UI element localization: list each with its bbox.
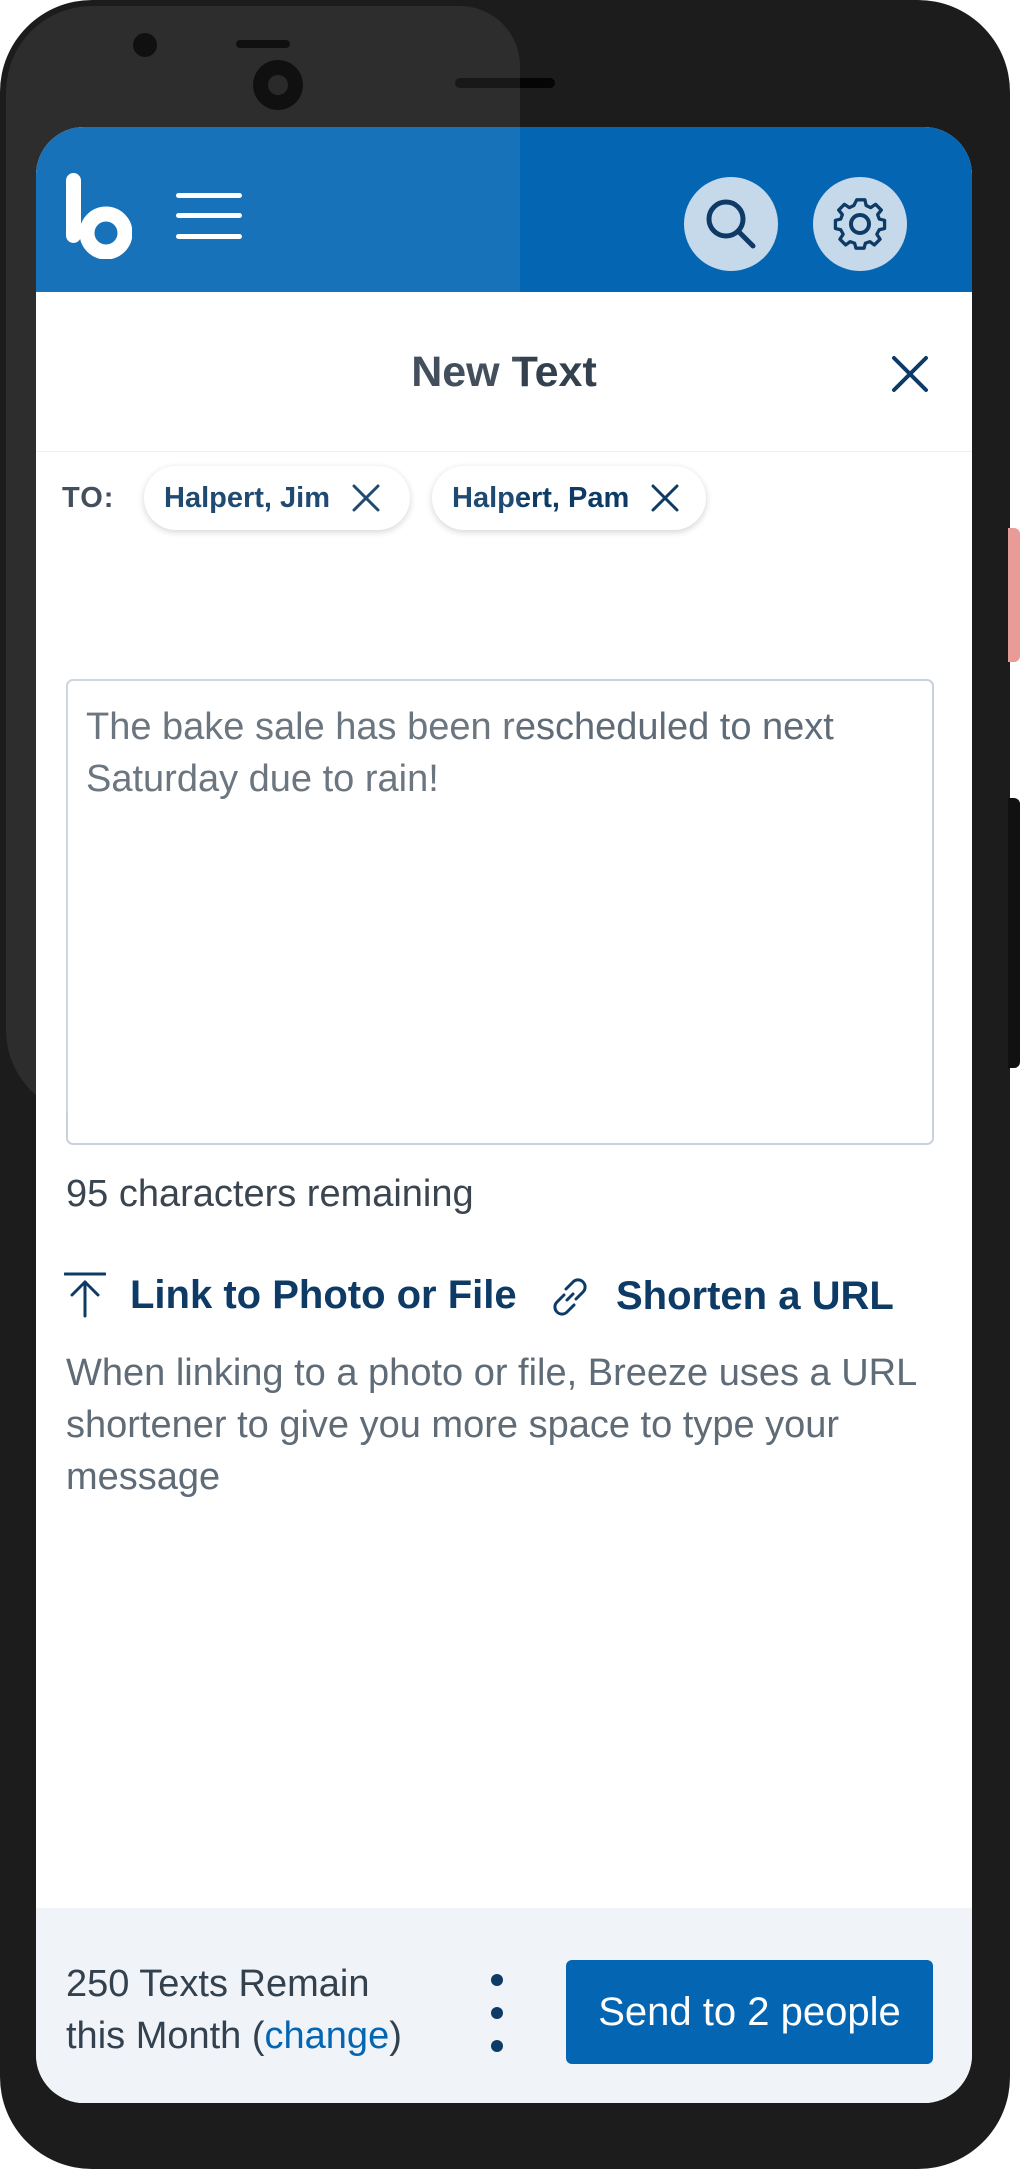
shorten-url-button[interactable]: Shorten a URL bbox=[548, 1274, 894, 1319]
breeze-logo-icon[interactable] bbox=[66, 173, 132, 259]
search-button[interactable] bbox=[684, 177, 778, 271]
camera-sensor bbox=[133, 33, 157, 57]
footer-bar: 250 Texts Remain this Month (change) Sen… bbox=[36, 1908, 972, 2103]
message-input[interactable]: The bake sale has been rescheduled to ne… bbox=[66, 679, 934, 1145]
month-prefix: this Month ( bbox=[66, 2015, 265, 2057]
recipient-chip[interactable]: Halpert, Pam bbox=[432, 466, 706, 530]
remove-recipient-icon[interactable] bbox=[651, 484, 679, 512]
more-vertical-icon[interactable] bbox=[485, 1974, 509, 2052]
recipient-name: Halpert, Pam bbox=[452, 481, 630, 514]
month-suffix: ) bbox=[389, 2015, 402, 2057]
link-icon bbox=[553, 1277, 587, 1316]
camera-slot bbox=[236, 40, 290, 48]
texts-remaining-line: 250 Texts Remain bbox=[66, 1963, 370, 2005]
dialog-header: New Text bbox=[36, 292, 972, 452]
recipient-chip[interactable]: Halpert, Jim bbox=[144, 466, 410, 530]
remove-recipient-icon[interactable] bbox=[352, 484, 380, 512]
app-screen: New Text TO: Halpert, Jim Halpert, Pam T… bbox=[36, 127, 972, 2103]
app-bar bbox=[36, 127, 972, 292]
texts-remaining: 250 Texts Remain this Month (change) bbox=[66, 1958, 402, 2062]
characters-remaining: 95 characters remaining bbox=[66, 1173, 474, 1215]
close-icon[interactable] bbox=[888, 352, 932, 396]
phone-speaker bbox=[455, 78, 555, 88]
upload-icon bbox=[64, 1272, 106, 1318]
gear-icon bbox=[833, 198, 887, 250]
shorten-url-label: Shorten a URL bbox=[616, 1274, 894, 1318]
page-title: New Text bbox=[411, 348, 597, 396]
send-button[interactable]: Send to 2 people bbox=[566, 1960, 933, 2064]
change-plan-link[interactable]: change bbox=[265, 2015, 390, 2057]
to-label: TO: bbox=[62, 482, 115, 514]
link-help-text: When linking to a photo or file, Breeze … bbox=[66, 1352, 916, 1498]
search-icon bbox=[706, 199, 756, 249]
settings-button[interactable] bbox=[813, 177, 907, 271]
texts-month-line: this Month (change) bbox=[66, 2010, 402, 2062]
camera-lens-icon bbox=[253, 60, 303, 110]
hamburger-menu-icon[interactable] bbox=[176, 191, 242, 241]
link-photo-label: Link to Photo or File bbox=[130, 1272, 517, 1317]
phone-frame: New Text TO: Halpert, Jim Halpert, Pam T… bbox=[0, 0, 1010, 2169]
volume-button bbox=[1008, 798, 1020, 1068]
power-button bbox=[1008, 528, 1020, 662]
link-photo-button[interactable]: Link to Photo or File bbox=[64, 1272, 517, 1318]
recipient-name: Halpert, Jim bbox=[164, 481, 330, 514]
